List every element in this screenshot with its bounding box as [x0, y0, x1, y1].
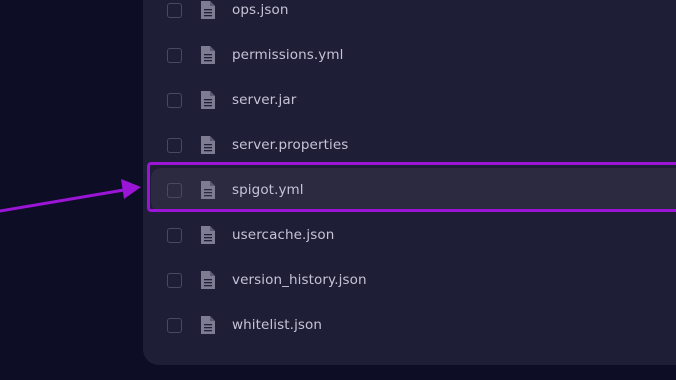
annotation-arrow-icon: [0, 179, 141, 213]
